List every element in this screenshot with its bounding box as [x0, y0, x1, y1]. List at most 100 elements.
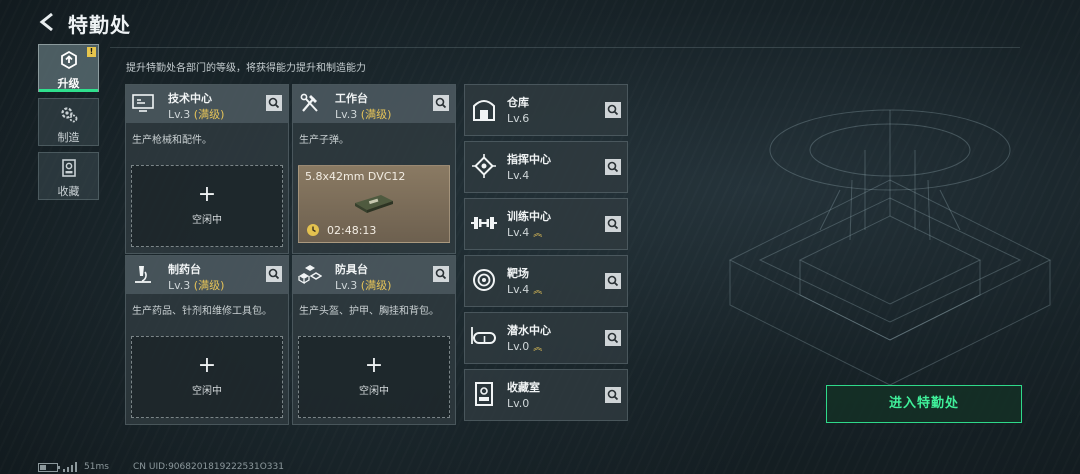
tab-upgrade[interactable]: 升级 ! [38, 44, 99, 92]
inspect-button[interactable] [433, 266, 449, 282]
facility-card-tech-center: 技术中心 Lv.3 (满级) 生产枪械和配件。 + 空闲中 [125, 84, 289, 254]
armor-blocks-icon [298, 265, 322, 285]
upgrade-available-icon: ︽ [533, 343, 543, 353]
facility-description: 生产枪械和配件。 [132, 135, 212, 146]
facility-level: Lv.3 (满级) [168, 279, 225, 292]
production-slot-active[interactable]: 5.8x42mm DVC12 02:48:13 [298, 165, 450, 243]
facility-name: 工作台 [335, 92, 368, 105]
search-icon [607, 332, 619, 344]
battery-icon [38, 463, 60, 472]
idle-label: 空闲中 [359, 386, 389, 397]
upgrade-available-icon: ︽ [533, 229, 543, 239]
collection-icon [61, 159, 76, 177]
room-name: 收藏室 [507, 381, 540, 394]
facility-card-header[interactable]: 技术中心 Lv.3 (满级) [126, 85, 288, 123]
facility-card-header[interactable]: 制药台 Lv.3 (满级) [126, 256, 288, 294]
gear-icon [60, 107, 77, 123]
facility-name: 制药台 [168, 263, 201, 276]
room-level: Lv.6 [507, 112, 530, 125]
maxed-label: (满级) [360, 108, 392, 121]
inspect-button[interactable] [605, 387, 621, 403]
maxed-label: (满级) [193, 108, 225, 121]
inspect-button[interactable] [266, 95, 282, 111]
diving-mask-icon [469, 322, 499, 352]
room-name: 仓库 [507, 96, 529, 109]
page-title: 特勤处 [68, 13, 131, 37]
ammo-box-icon [355, 195, 393, 213]
search-icon [435, 268, 447, 280]
facility-description: 生产药品、针剂和维修工具包。 [132, 306, 272, 317]
facility-name: 防具台 [335, 263, 368, 276]
timer-icon [307, 224, 319, 236]
header-divider [110, 47, 1020, 48]
production-slot-idle[interactable]: + 空闲中 [298, 336, 450, 418]
room-row-training-center[interactable]: 训练中心 Lv.4 ︽ [464, 198, 628, 250]
facility-name: 技术中心 [168, 92, 212, 105]
upgrade-icon [60, 50, 77, 70]
facility-card-header[interactable]: 防具台 Lv.3 (满级) [293, 256, 455, 294]
base-wireframe-illustration [728, 109, 1052, 386]
facility-description: 生产头盔、护甲、胸挂和背包。 [299, 306, 439, 317]
tab-collection[interactable]: 收藏 [38, 152, 99, 200]
search-icon [435, 97, 447, 109]
inspect-button[interactable] [605, 159, 621, 175]
room-row-command-center[interactable]: 指挥中心 Lv.4 [464, 141, 628, 193]
add-icon: + [364, 353, 384, 378]
maxed-label: (满级) [360, 279, 392, 292]
search-icon [607, 104, 619, 116]
tab-upgrade-label: 升级 [57, 77, 80, 90]
tools-icon [300, 93, 318, 112]
inspect-button[interactable] [605, 102, 621, 118]
signal-icon [63, 462, 77, 472]
warehouse-icon [469, 94, 499, 124]
facility-card-workbench: 工作台 Lv.3 (满级) 生产子弹。 5.8x42mm DVC12 02:48… [292, 84, 456, 254]
search-icon [607, 218, 619, 230]
back-arrow-icon[interactable] [38, 12, 58, 32]
monitor-icon [132, 94, 154, 112]
user-uid: CN UID:9068201819222531O331 [133, 462, 284, 472]
facility-level: Lv.3 (满级) [168, 108, 225, 121]
search-icon [607, 275, 619, 287]
maxed-label: (满级) [193, 279, 225, 292]
inspect-button[interactable] [433, 95, 449, 111]
room-row-warehouse[interactable]: 仓库 Lv.6 [464, 84, 628, 136]
enter-base-label: 进入特勤处 [888, 396, 959, 411]
search-icon [607, 161, 619, 173]
inspect-button[interactable] [605, 216, 621, 232]
room-level: Lv.4 ︽ [507, 226, 543, 239]
room-level: Lv.4 [507, 169, 530, 182]
facility-description: 生产子弹。 [299, 135, 349, 146]
room-row-diving-center[interactable]: 潜水中心 Lv.0 ︽ [464, 312, 628, 364]
upgrade-available-icon: ︽ [533, 286, 543, 296]
room-row-shooting-range[interactable]: 靶场 Lv.4 ︽ [464, 255, 628, 307]
inspect-button[interactable] [605, 273, 621, 289]
microscope-icon [135, 266, 151, 283]
production-slot-idle[interactable]: + 空闲中 [131, 336, 283, 418]
section-subtitle: 提升特勤处各部门的等级，将获得能力提升和制造能力 [126, 63, 366, 74]
idle-label: 空闲中 [192, 215, 222, 226]
facility-level: Lv.3 (满级) [335, 108, 392, 121]
tab-craft-label: 制造 [57, 131, 80, 144]
ping-readout: 51ms [84, 462, 109, 472]
idle-label: 空闲中 [192, 386, 222, 397]
production-timer: 02:48:13 [327, 224, 377, 237]
facility-card-header[interactable]: 工作台 Lv.3 (满级) [293, 85, 455, 123]
room-level: Lv.4 ︽ [507, 283, 543, 296]
search-icon [268, 268, 280, 280]
enter-base-button[interactable]: 进入特勤处 [826, 385, 1022, 423]
display-case-icon [469, 379, 499, 409]
room-name: 潜水中心 [507, 324, 551, 337]
inspect-button[interactable] [605, 330, 621, 346]
facility-card-armory: 防具台 Lv.3 (满级) 生产头盔、护甲、胸挂和背包。 + 空闲中 [292, 255, 456, 425]
facility-level: Lv.3 (满级) [335, 279, 392, 292]
tab-craft[interactable]: 制造 [38, 98, 99, 146]
production-slot-idle[interactable]: + 空闲中 [131, 165, 283, 247]
room-name: 靶场 [507, 267, 529, 280]
target-icon [469, 265, 499, 295]
room-row-collection-room[interactable]: 收藏室 Lv.0 [464, 369, 628, 421]
inspect-button[interactable] [266, 266, 282, 282]
search-icon [607, 389, 619, 401]
facility-card-pharmacy: 制药台 Lv.3 (满级) 生产药品、针剂和维修工具包。 + 空闲中 [125, 255, 289, 425]
production-item-name: 5.8x42mm DVC12 [305, 170, 406, 183]
add-icon: + [197, 182, 217, 207]
